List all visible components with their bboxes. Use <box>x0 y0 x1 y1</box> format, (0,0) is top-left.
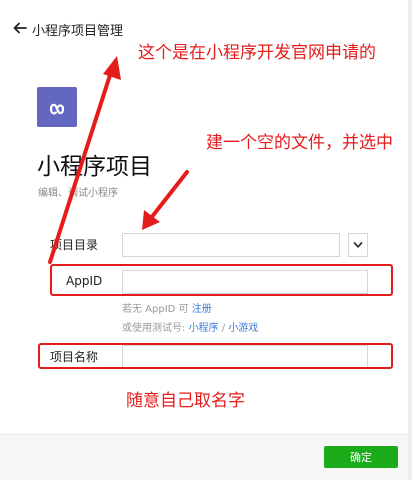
confirm-button[interactable]: 确定 <box>324 446 398 468</box>
window-right-edge <box>408 0 412 480</box>
annotation-arrowhead-appid <box>103 56 121 80</box>
annotation-arrow-folder <box>149 170 189 220</box>
annotation-arrow-appid <box>48 70 113 264</box>
annotation-arrows <box>48 56 189 264</box>
